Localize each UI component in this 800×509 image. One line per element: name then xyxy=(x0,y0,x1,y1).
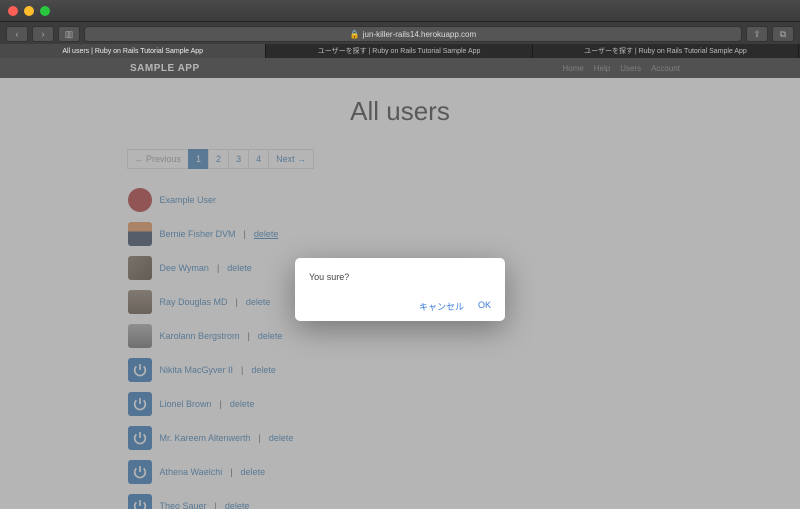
url-text: jun-killer-rails14.herokuapp.com xyxy=(363,30,476,39)
browser-tab-2[interactable]: ユーザーを探す | Ruby on Rails Tutorial Sample … xyxy=(533,44,799,58)
browser-tabs: All users | Ruby on Rails Tutorial Sampl… xyxy=(0,44,800,58)
close-window-icon[interactable] xyxy=(8,6,18,16)
dialog-message: You sure? xyxy=(309,272,491,282)
forward-button[interactable]: › xyxy=(32,26,54,42)
minimize-window-icon[interactable] xyxy=(24,6,34,16)
dialog-ok-button[interactable]: OK xyxy=(478,300,491,313)
maximize-window-icon[interactable] xyxy=(40,6,50,16)
back-button[interactable]: ‹ xyxy=(6,26,28,42)
browser-toolbar: ‹ › ▥ 🔒 jun-killer-rails14.herokuapp.com… xyxy=(0,22,800,44)
share-button[interactable]: ⇪ xyxy=(746,26,768,42)
sidebar-button[interactable]: ▥ xyxy=(58,26,80,42)
lock-icon: 🔒 xyxy=(350,30,360,39)
dialog-cancel-button[interactable]: キャンセル xyxy=(419,300,464,313)
browser-tab-0[interactable]: All users | Ruby on Rails Tutorial Sampl… xyxy=(0,44,266,58)
copy-button[interactable]: ⧉ xyxy=(772,26,794,42)
browser-tab-1[interactable]: ユーザーを探す | Ruby on Rails Tutorial Sample … xyxy=(266,44,532,58)
window-titlebar xyxy=(0,0,800,22)
confirm-dialog: You sure? キャンセル OK xyxy=(295,258,505,321)
address-bar[interactable]: 🔒 jun-killer-rails14.herokuapp.com xyxy=(84,26,742,42)
